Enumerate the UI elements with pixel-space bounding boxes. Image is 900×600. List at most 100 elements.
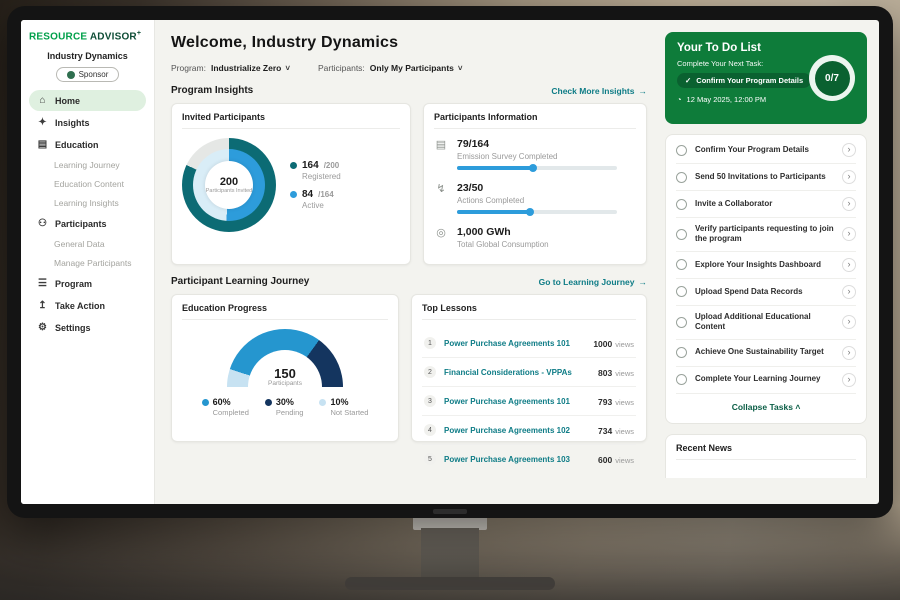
brand-plus: +: [137, 30, 141, 37]
stat-label: Total Global Consumption: [457, 240, 549, 249]
sidebar-item-label: Participants: [55, 219, 107, 229]
legend-dot: [290, 162, 297, 169]
stat-body: 79/164Emission Survey Completed: [457, 138, 617, 170]
sidebar-item-learning-insights[interactable]: Learning Insights: [29, 194, 146, 212]
task-label: Upload Spend Data Records: [695, 287, 834, 297]
legend-line: 164/200: [290, 160, 341, 171]
lesson-link[interactable]: Power Purchase Agreements 101: [444, 339, 585, 348]
sidebar-item-insights[interactable]: ✦Insights: [29, 112, 146, 133]
monitor-logo: [433, 509, 467, 514]
lesson-views: 1000views: [593, 334, 634, 352]
task-checkbox[interactable]: [676, 286, 687, 297]
sidebar-item-general-data[interactable]: General Data: [29, 235, 146, 253]
chevron-right-icon[interactable]: ›: [842, 170, 856, 184]
task-row-confirm-your-program-details[interactable]: Confirm Your Program Details›: [676, 137, 856, 164]
brand-secondary: ADVISOR: [90, 31, 137, 42]
chevron-right-icon[interactable]: ›: [842, 227, 856, 241]
participants-select[interactable]: Only My Participants ˅: [370, 63, 463, 73]
task-row-upload-spend-data-records[interactable]: Upload Spend Data Records ›: [676, 279, 856, 306]
participants-icon: ⚇: [37, 218, 48, 229]
lesson-link[interactable]: Financial Considerations - VPPAs: [444, 368, 590, 377]
sponsor-badge[interactable]: Sponsor: [56, 67, 120, 82]
settings-icon: ⚙: [37, 322, 48, 333]
gauge-legend-value: 60%: [213, 397, 231, 407]
sidebar-item-label: Settings: [55, 323, 91, 333]
sidebar-item-manage-participants[interactable]: Manage Participants: [29, 254, 146, 272]
home-icon: ⌂: [37, 95, 48, 106]
todo-next-task[interactable]: ✓ Confirm Your Program Details: [677, 73, 811, 88]
stat-label: Emission Survey Completed: [457, 152, 617, 161]
check-more-insights-link[interactable]: Check More Insights →: [551, 86, 647, 96]
task-checkbox[interactable]: [676, 259, 687, 270]
task-list-card: Confirm Your Program Details›Send 50 Inv…: [665, 134, 867, 424]
todo-due-date-label: 12 May 2025, 12:00 PM: [687, 95, 767, 104]
org-name: Industry Dynamics: [29, 51, 146, 61]
chevron-right-icon[interactable]: ›: [842, 315, 856, 329]
legend-dot: [202, 399, 209, 406]
sidebar-item-learning-journey[interactable]: Learning Journey: [29, 156, 146, 174]
sidebar-item-take-action[interactable]: ↥ Take Action: [29, 295, 146, 316]
program-insights-title: Program Insights: [171, 85, 253, 96]
task-row-send-50-invitations-to-participants[interactable]: Send 50 Invitations to Participants›: [676, 164, 856, 191]
recent-news-title: Recent News: [676, 443, 856, 460]
invited-participants-card-title: Invited Participants: [182, 112, 400, 129]
sidebar-item-participants[interactable]: ⚇ Participants: [29, 213, 146, 234]
lesson-link[interactable]: Power Purchase Agreements 102: [444, 426, 590, 435]
sidebar-item-label: Program: [55, 279, 92, 289]
program-filter: Program: Industrialize Zero ˅: [171, 63, 290, 73]
task-label: Verify participants requesting to join t…: [695, 224, 834, 245]
sidebar-item-settings[interactable]: ⚙ Settings: [29, 317, 146, 338]
sidebar-item-education-content[interactable]: Education Content: [29, 175, 146, 193]
sidebar-item-program[interactable]: ☰Program: [29, 273, 146, 294]
education-icon: ▤: [37, 139, 48, 150]
chevron-right-icon[interactable]: ›: [842, 197, 856, 211]
lesson-views-value: 600: [598, 455, 612, 465]
consumption-icon: ◎: [434, 226, 448, 249]
lesson-link[interactable]: Power Purchase Agreements 101: [444, 397, 590, 406]
task-checkbox[interactable]: [676, 317, 687, 328]
donut-center-value: 200: [220, 176, 238, 188]
program-insights-header: Program Insights Check More Insights →: [171, 85, 647, 96]
take-action-icon: ↥: [37, 300, 48, 311]
chevron-right-icon[interactable]: ›: [842, 258, 856, 272]
sponsor-icon: [67, 71, 75, 79]
sidebar-item-label: Take Action: [55, 301, 105, 311]
learning-journey-title: Participant Learning Journey: [171, 276, 309, 287]
insights-cards-row: Invited Participants 200 Participants In…: [171, 103, 647, 265]
task-checkbox[interactable]: [676, 374, 687, 385]
collapse-tasks-button[interactable]: Collapse Tasks ˄: [676, 394, 856, 421]
task-row-verify-participants-requesting-to-join-the-program[interactable]: Verify participants requesting to join t…: [676, 218, 856, 252]
program-select[interactable]: Industrialize Zero ˅: [211, 63, 290, 73]
task-checkbox[interactable]: [676, 229, 687, 240]
lesson-views: 600views: [598, 450, 634, 468]
task-row-invite-a-collaborator[interactable]: Invite a Collaborator›: [676, 191, 856, 218]
chevron-right-icon[interactable]: ›: [842, 143, 856, 157]
lesson-link[interactable]: Power Purchase Agreements 103: [444, 455, 590, 464]
gauge-center-label: Participants: [227, 380, 343, 387]
lesson-rank: 4: [424, 424, 436, 436]
chevron-right-icon[interactable]: ›: [842, 346, 856, 360]
task-row-explore-your-insights-dashboard[interactable]: Explore Your Insights Dashboard›: [676, 252, 856, 279]
program-select-value: Industrialize Zero: [211, 63, 281, 73]
sidebar-item-home[interactable]: ⌂ Home: [29, 90, 146, 111]
brand-primary: RESOURCE: [29, 31, 87, 42]
chevron-right-icon[interactable]: ›: [842, 285, 856, 299]
task-checkbox[interactable]: [676, 199, 687, 210]
task-row-upload-additional-educational-content[interactable]: Upload Additional Educational Content›: [676, 306, 856, 340]
task-checkbox[interactable]: [676, 347, 687, 358]
task-checkbox[interactable]: [676, 172, 687, 183]
stat-emission-survey-completed: ▤ 79/164Emission Survey Completed: [434, 138, 636, 170]
legend-line: 84/164: [290, 189, 341, 200]
stat-value: 23/50: [457, 182, 617, 194]
task-checkbox[interactable]: [676, 145, 687, 156]
sidebar-item-education[interactable]: ▤Education: [29, 134, 146, 155]
sidebar-item-label: Home: [55, 96, 80, 106]
go-to-learning-journey-link[interactable]: Go to Learning Journey →: [539, 277, 647, 287]
survey-icon: ▤: [434, 138, 448, 170]
task-row-achieve-one-sustainability-target[interactable]: Achieve One Sustainability Target›: [676, 340, 856, 367]
task-row-complete-your-learning-journey[interactable]: Complete Your Learning Journey›: [676, 367, 856, 394]
legend-value: 84: [302, 189, 313, 200]
chevron-right-icon[interactable]: ›: [842, 373, 856, 387]
lesson-row: 1Power Purchase Agreements 1011000views: [422, 329, 636, 358]
lesson-row: 5Power Purchase Agreements 103600views: [422, 445, 636, 473]
